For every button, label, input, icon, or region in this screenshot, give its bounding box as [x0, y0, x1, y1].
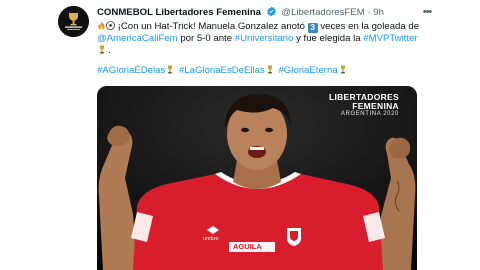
- display-name[interactable]: CONMEBOL Libertadores Femenina: [97, 7, 261, 18]
- tournament-brand-line2: FEMENINA: [352, 101, 399, 111]
- jersey-maker-text: umbro: [203, 236, 219, 242]
- hashtag-la-gloria-es-de-ellas[interactable]: #LaGloriaEsDeEllas: [179, 65, 265, 76]
- account-avatar[interactable]: [58, 6, 89, 37]
- tweet-timestamp[interactable]: 9h: [373, 7, 384, 18]
- trophy-emoji-icon: [100, 45, 104, 54]
- tweet-text-line2-suffix: y fue elegida la: [296, 33, 361, 44]
- trophy-emoji-icon: [267, 65, 272, 74]
- tweet-text-line2-prefix: de: [408, 21, 420, 32]
- hashtag-universitario[interactable]: #Universitario: [235, 33, 294, 44]
- conmebol-logo-icon: [58, 6, 89, 37]
- tweet-text-line1: ¡Con un Hat-Trick! Manuela Gonzalez anot…: [117, 21, 306, 32]
- fire-emoji-icon: [98, 21, 105, 30]
- trophy-emoji-icon: [340, 65, 345, 74]
- account-handle[interactable]: @LibertadoresFEM: [281, 7, 364, 18]
- mention-america-cali-fem[interactable]: @AmericaCaliFem: [97, 33, 178, 44]
- jersey-sponsor-text: AGUILA: [233, 242, 262, 251]
- tweet-text-line1-rest: veces en la goleada: [320, 21, 406, 32]
- hashtag-a-gloria-e-delas[interactable]: #AGloriaÉDelas: [97, 65, 165, 76]
- header-separator: ·: [367, 7, 371, 18]
- tweet-card[interactable]: CONMEBOL Libertadores Femenina @Libertad…: [0, 0, 480, 270]
- hashtag-mvp-twitter[interactable]: #MVPTwitter: [363, 33, 417, 44]
- tweet-media-image[interactable]: LIBERTADORES FEMENINA ARGENTINA 2020 AGU…: [97, 86, 417, 270]
- tweet-text-line2-middle: por 5-0 ante: [180, 33, 233, 44]
- soccer-ball-emoji-icon: [106, 21, 115, 30]
- trophy-emoji-icon: [168, 65, 173, 74]
- more-options-icon[interactable]: •••: [420, 6, 434, 18]
- hashtag-gloria-eterna[interactable]: #GloriaEterna: [278, 65, 337, 76]
- tweet-text-line3-suffix: .: [108, 45, 111, 56]
- tournament-brand-line3: ARGENTINA 2020: [340, 111, 399, 117]
- hashtag-row: #AGloriaÉDelas #LaGloriaEsDeEllas #Glori…: [97, 65, 437, 77]
- tweet-header: CONMEBOL Libertadores Femenina @Libertad…: [97, 6, 384, 20]
- keycap-three-badge: 3: [307, 23, 318, 33]
- verified-badge-icon: [266, 6, 276, 17]
- tweet-text: ¡Con un Hat-Trick! Manuela Gonzalez anot…: [97, 21, 427, 57]
